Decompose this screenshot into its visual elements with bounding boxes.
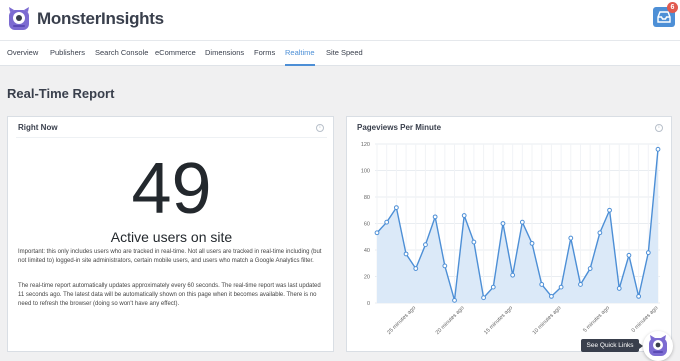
data-point — [549, 293, 554, 299]
inbox-icon — [657, 11, 671, 23]
top-bar: MonsterInsights 6 — [0, 0, 680, 40]
data-point — [597, 230, 603, 236]
data-point — [461, 213, 467, 218]
data-point — [655, 146, 661, 152]
data-point — [578, 282, 583, 287]
data-point — [558, 284, 564, 290]
x-tick-label: 5 minutes ago — [582, 305, 611, 334]
panel-divider — [16, 137, 327, 138]
info-icon[interactable]: i — [316, 124, 324, 132]
tab-site-speed[interactable]: Site Speed — [326, 41, 363, 66]
y-tick-label: 80 — [364, 195, 370, 201]
data-point — [568, 235, 574, 241]
y-tick-label: 60 — [364, 222, 370, 228]
data-point — [442, 263, 448, 269]
notification-count-badge: 6 — [667, 2, 678, 13]
tab-publishers[interactable]: Publishers — [50, 41, 85, 66]
tab-ecommerce[interactable]: eCommerce — [155, 41, 196, 66]
x-tick-label: 20 minutes ago — [435, 305, 466, 336]
data-point — [432, 214, 438, 220]
data-point — [539, 282, 545, 287]
x-tick-label: 15 minutes ago — [483, 305, 514, 336]
data-point — [519, 219, 525, 225]
quick-links-button[interactable] — [643, 331, 673, 361]
tab-search-console[interactable]: Search Console — [95, 41, 148, 66]
tab-forms[interactable]: Forms — [254, 41, 275, 66]
data-point — [452, 297, 457, 303]
tab-overview[interactable]: Overview — [7, 41, 38, 66]
data-point — [645, 250, 651, 256]
x-tick-label: 0 minutes ago — [631, 305, 660, 334]
report-tabs: Overview Publishers Search Console eComm… — [0, 40, 680, 66]
data-point — [529, 240, 535, 246]
page-title: Real-Time Report — [7, 86, 115, 101]
data-point — [393, 205, 399, 210]
monster-mascot-icon — [649, 335, 667, 356]
tab-dimensions[interactable]: Dimensions — [205, 41, 244, 66]
logo[interactable]: MonsterInsights — [6, 7, 164, 31]
data-point — [626, 252, 632, 258]
active-users-count: 49 — [131, 149, 212, 229]
realtime-update-note: The real-time report automatically updat… — [18, 283, 321, 307]
data-point — [384, 219, 390, 225]
data-point — [413, 266, 419, 271]
pageviews-chart: 0 20 40 60 80 100 120 25 minutes ago 20 minutes … — [361, 142, 661, 336]
y-tick-label: 120 — [361, 142, 370, 148]
y-tick-label: 40 — [364, 248, 370, 254]
right-now-panel: Right Now i 49 Active users on site Impo… — [7, 116, 334, 352]
data-point — [471, 239, 477, 245]
y-tick-label: 20 — [364, 275, 370, 281]
pageviews-panel: Pageviews Per Minute i 0 20 40 60 80 100 120 25… — [346, 116, 672, 352]
data-point — [374, 230, 380, 236]
data-point — [616, 286, 622, 291]
data-point — [423, 242, 428, 248]
data-point — [403, 251, 409, 257]
x-tick-label: 10 minutes ago — [532, 305, 563, 336]
pageviews-area — [377, 149, 658, 303]
y-tick-label: 0 — [367, 301, 370, 307]
data-point — [510, 272, 516, 278]
data-point — [490, 284, 496, 290]
data-point — [636, 293, 642, 299]
data-point — [587, 266, 593, 271]
active-users-label: Active users on site — [110, 229, 233, 245]
data-point — [500, 221, 506, 226]
tab-realtime[interactable]: Realtime — [285, 41, 315, 66]
data-point — [481, 295, 486, 301]
realtime-tracking-note: Important: this only includes users who … — [18, 249, 322, 264]
logo-text: MonsterInsights — [37, 9, 164, 28]
x-tick-label: 25 minutes ago — [386, 305, 417, 336]
monster-logo-icon — [9, 7, 29, 30]
y-tick-label: 100 — [361, 169, 370, 175]
data-point — [607, 207, 612, 213]
see-quick-links-tooltip: See Quick Links — [581, 339, 643, 352]
right-now-title: Right Now — [18, 123, 58, 132]
